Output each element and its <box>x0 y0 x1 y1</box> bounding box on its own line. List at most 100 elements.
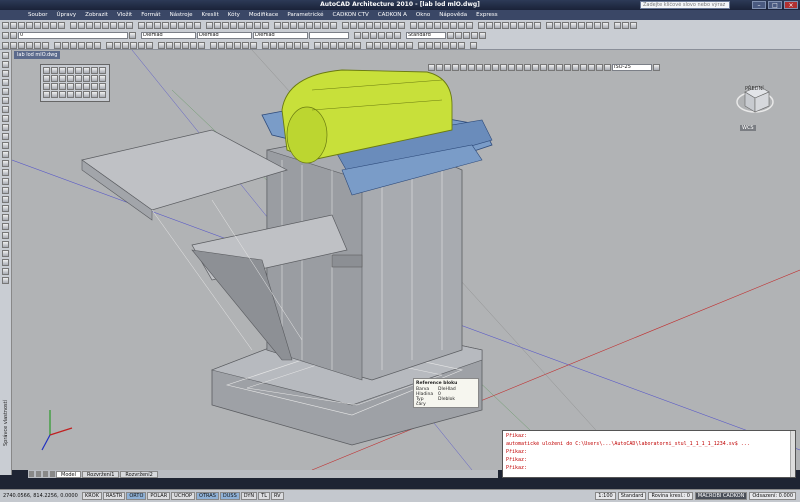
close-button[interactable]: × <box>784 1 798 9</box>
toolbar-icon[interactable] <box>75 83 82 90</box>
toolbar-icon[interactable] <box>274 22 281 29</box>
toolbar-icon[interactable] <box>406 42 413 49</box>
annotation-scale[interactable]: 1:100 <box>595 492 616 500</box>
toolbar-icon[interactable] <box>290 22 297 29</box>
toolbar-icon[interactable] <box>442 22 449 29</box>
toggle-ortho[interactable]: ORTO <box>126 492 147 500</box>
toolbar-icon[interactable] <box>510 22 517 29</box>
toolbar-icon[interactable] <box>42 22 49 29</box>
toolbar-icon[interactable] <box>532 64 539 71</box>
toggle-dyn[interactable]: DYN <box>240 492 258 500</box>
menu-item-upravy[interactable]: Úpravy <box>56 12 76 18</box>
toolbar-icon[interactable] <box>54 42 61 49</box>
toolbar-icon[interactable] <box>442 42 449 49</box>
toolbar-icon[interactable] <box>572 64 579 71</box>
toolbar-icon[interactable] <box>322 22 329 29</box>
toolbar-icon[interactable] <box>59 67 66 74</box>
toggle-otrack[interactable]: OTRAS <box>196 492 219 500</box>
toolbar-icon[interactable] <box>564 64 571 71</box>
toolbar-icon[interactable] <box>262 22 269 29</box>
draw-tool-icon[interactable] <box>2 61 9 68</box>
toolbar-icon[interactable] <box>374 42 381 49</box>
toolbar-icon[interactable] <box>234 42 241 49</box>
menu-item-nastroje[interactable]: Nástroje <box>170 12 193 18</box>
toolbar-icon[interactable] <box>588 64 595 71</box>
layer-state-icon[interactable] <box>10 32 17 39</box>
toolbar-icon[interactable] <box>596 64 603 71</box>
toolbar-icon[interactable] <box>602 22 609 29</box>
toolbar-icon[interactable] <box>154 22 161 29</box>
toolbar-icon[interactable] <box>10 42 17 49</box>
toolbar-icon[interactable] <box>492 64 499 71</box>
toolbar-icon[interactable] <box>390 22 397 29</box>
toolbar-icon[interactable] <box>282 22 289 29</box>
toolbar-icon[interactable] <box>466 22 473 29</box>
toolbar-icon[interactable] <box>114 42 121 49</box>
tab-nav-next-icon[interactable] <box>43 471 48 477</box>
toolbar-icon[interactable] <box>83 91 90 98</box>
toolbar-icon[interactable] <box>346 42 353 49</box>
toolbar-icon[interactable] <box>479 32 486 39</box>
toolbar-icon[interactable] <box>10 22 17 29</box>
toolbar-icon[interactable] <box>622 22 629 29</box>
properties-palette-label[interactable]: Správce vlastností <box>3 400 9 446</box>
toolbar-icon[interactable] <box>562 22 569 29</box>
toolbar-icon[interactable] <box>354 32 361 39</box>
toggle-polar[interactable]: POLAR <box>147 492 171 500</box>
draw-tool-icon[interactable] <box>2 106 9 113</box>
draw-tool-icon[interactable] <box>2 250 9 257</box>
toolbar-icon[interactable] <box>366 42 373 49</box>
toolbar-icon[interactable] <box>158 42 165 49</box>
menu-item-vlozit[interactable]: Vložit <box>117 12 132 18</box>
toolbar-icon[interactable] <box>122 42 129 49</box>
toolbar-icon[interactable] <box>378 32 385 39</box>
toolbar-icon[interactable] <box>374 22 381 29</box>
draw-tool-icon[interactable] <box>2 277 9 284</box>
draw-tool-icon[interactable] <box>2 160 9 167</box>
toolbar-icon[interactable] <box>91 83 98 90</box>
dimstyle-combo[interactable]: ISO-25 <box>612 64 652 71</box>
toolbar-icon[interactable] <box>548 64 555 71</box>
toolbar-icon[interactable] <box>86 22 93 29</box>
toolbar-icon[interactable] <box>18 42 25 49</box>
layer-combo[interactable]: 0 <box>18 32 128 39</box>
draw-tool-icon[interactable] <box>2 151 9 158</box>
tab-nav-last-icon[interactable] <box>50 471 55 477</box>
linetype-combo[interactable]: DleHlad <box>197 32 252 39</box>
minimize-button[interactable]: – <box>752 1 766 9</box>
toolbar-icon[interactable] <box>476 64 483 71</box>
toolbar-icon[interactable] <box>250 42 257 49</box>
draw-tool-icon[interactable] <box>2 142 9 149</box>
draw-tool-icon[interactable] <box>2 79 9 86</box>
toolbar-icon[interactable] <box>246 22 253 29</box>
toolbar-icon[interactable] <box>99 91 106 98</box>
wcs-menu-button[interactable]: WCS <box>740 125 756 131</box>
menu-item-format[interactable]: Formát <box>141 12 160 18</box>
toolbar-icon[interactable] <box>452 64 459 71</box>
toolbar-icon[interactable] <box>314 42 321 49</box>
toolbar-icon[interactable] <box>330 22 337 29</box>
toolbar-icon[interactable] <box>508 64 515 71</box>
toolbar-icon[interactable] <box>580 64 587 71</box>
toolbar-icon[interactable] <box>170 22 177 29</box>
toolbar-icon[interactable] <box>91 91 98 98</box>
toolbar-icon[interactable] <box>330 42 337 49</box>
toolbar-icon[interactable] <box>540 64 547 71</box>
toolbar-icon[interactable] <box>463 32 470 39</box>
toolbar-icon[interactable] <box>366 22 373 29</box>
draw-tool-icon[interactable] <box>2 178 9 185</box>
draw-tool-icon[interactable] <box>2 52 9 59</box>
tab-layout2[interactable]: Rozvržení2 <box>120 470 158 478</box>
toolbar-icon[interactable] <box>338 42 345 49</box>
toolbar-icon[interactable] <box>546 22 553 29</box>
toolbar-icon[interactable] <box>604 64 611 71</box>
toolbar-icon[interactable] <box>238 22 245 29</box>
toolbar-icon[interactable] <box>50 22 57 29</box>
toolbar-icon[interactable] <box>83 83 90 90</box>
toolbar-icon[interactable] <box>126 22 133 29</box>
toolbar-icon[interactable] <box>34 22 41 29</box>
toolbar-icon[interactable] <box>206 22 213 29</box>
toolbar-icon[interactable] <box>67 91 74 98</box>
draw-tool-icon[interactable] <box>2 214 9 221</box>
toolbar-icon[interactable] <box>146 22 153 29</box>
